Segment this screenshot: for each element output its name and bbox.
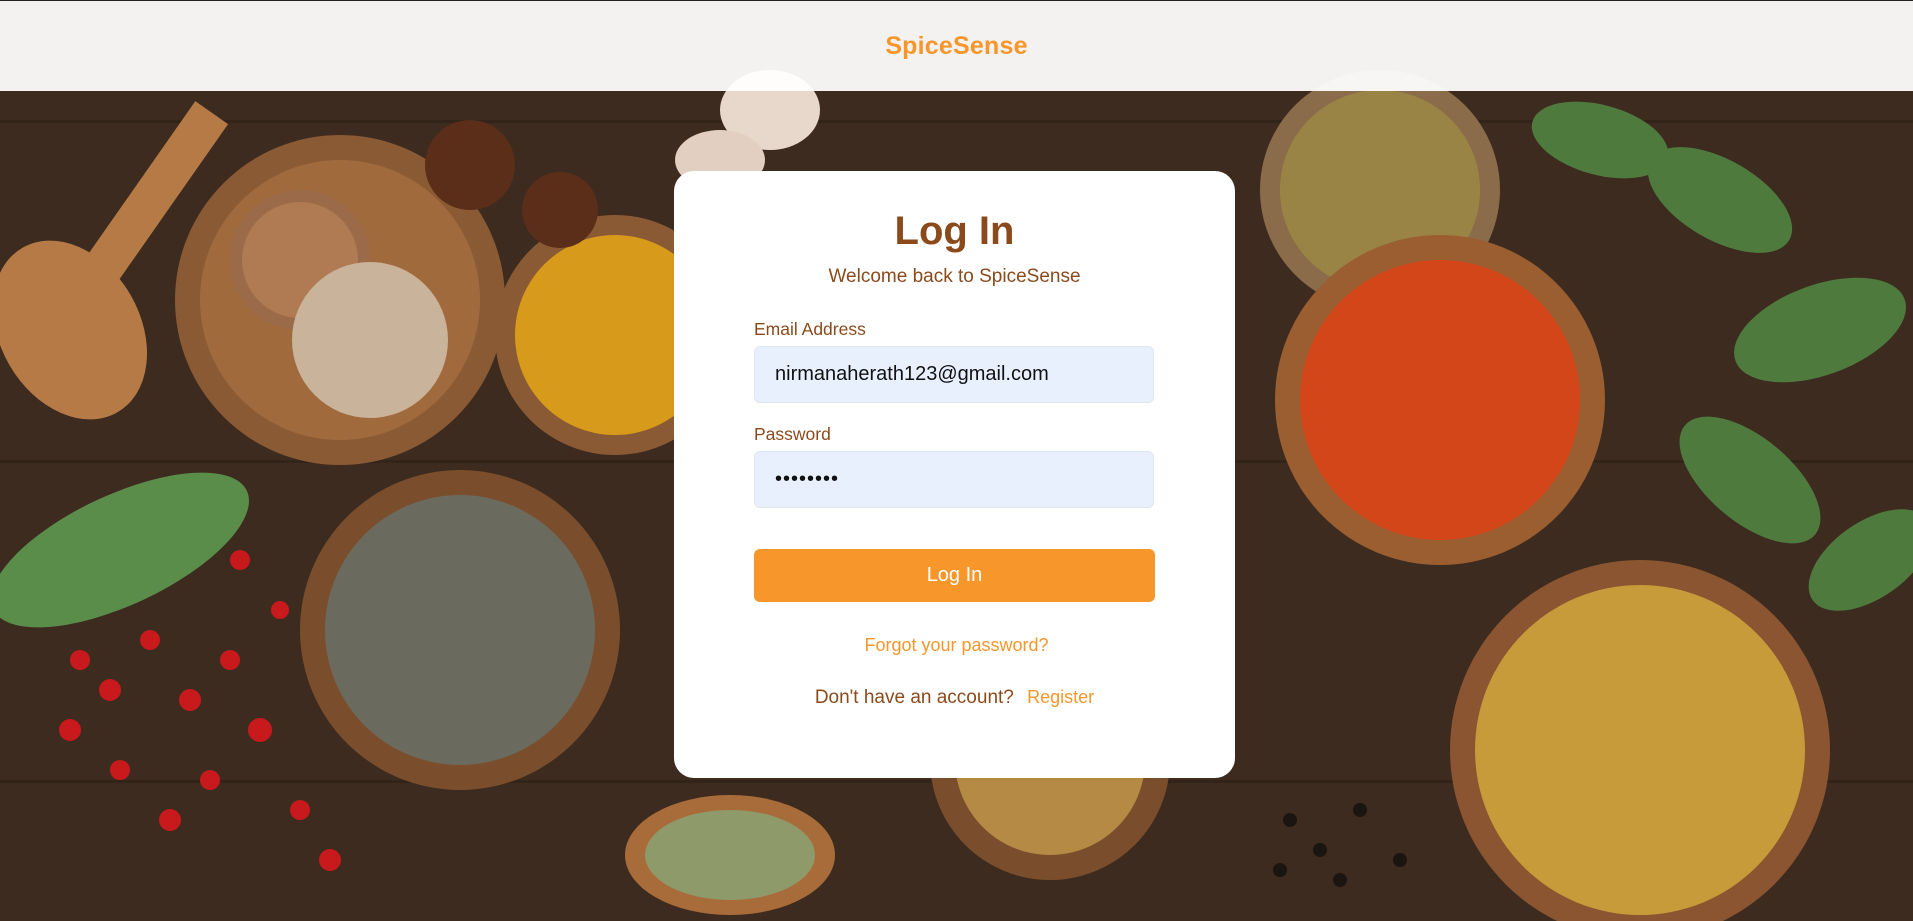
login-card: Log In Welcome back to SpiceSense Email … xyxy=(674,171,1235,778)
email-label: Email Address xyxy=(754,319,866,339)
no-account-text: Don't have an account? xyxy=(814,687,1014,708)
page-title: Log In xyxy=(894,209,1015,253)
password-input[interactable] xyxy=(754,451,1154,508)
register-prompt: Don't have an account? Register xyxy=(674,687,1235,709)
welcome-subtitle: Welcome back to SpiceSense xyxy=(828,266,1081,287)
brand-logo-text[interactable]: SpiceSense xyxy=(885,32,1027,61)
top-navigation-bar: SpiceSense xyxy=(0,0,1913,91)
password-label: Password xyxy=(754,424,831,444)
email-input[interactable] xyxy=(754,346,1154,403)
register-link[interactable]: Register xyxy=(1027,687,1094,707)
login-button[interactable]: Log In xyxy=(754,549,1155,602)
forgot-password-link[interactable]: Forgot your password? xyxy=(674,635,1235,656)
